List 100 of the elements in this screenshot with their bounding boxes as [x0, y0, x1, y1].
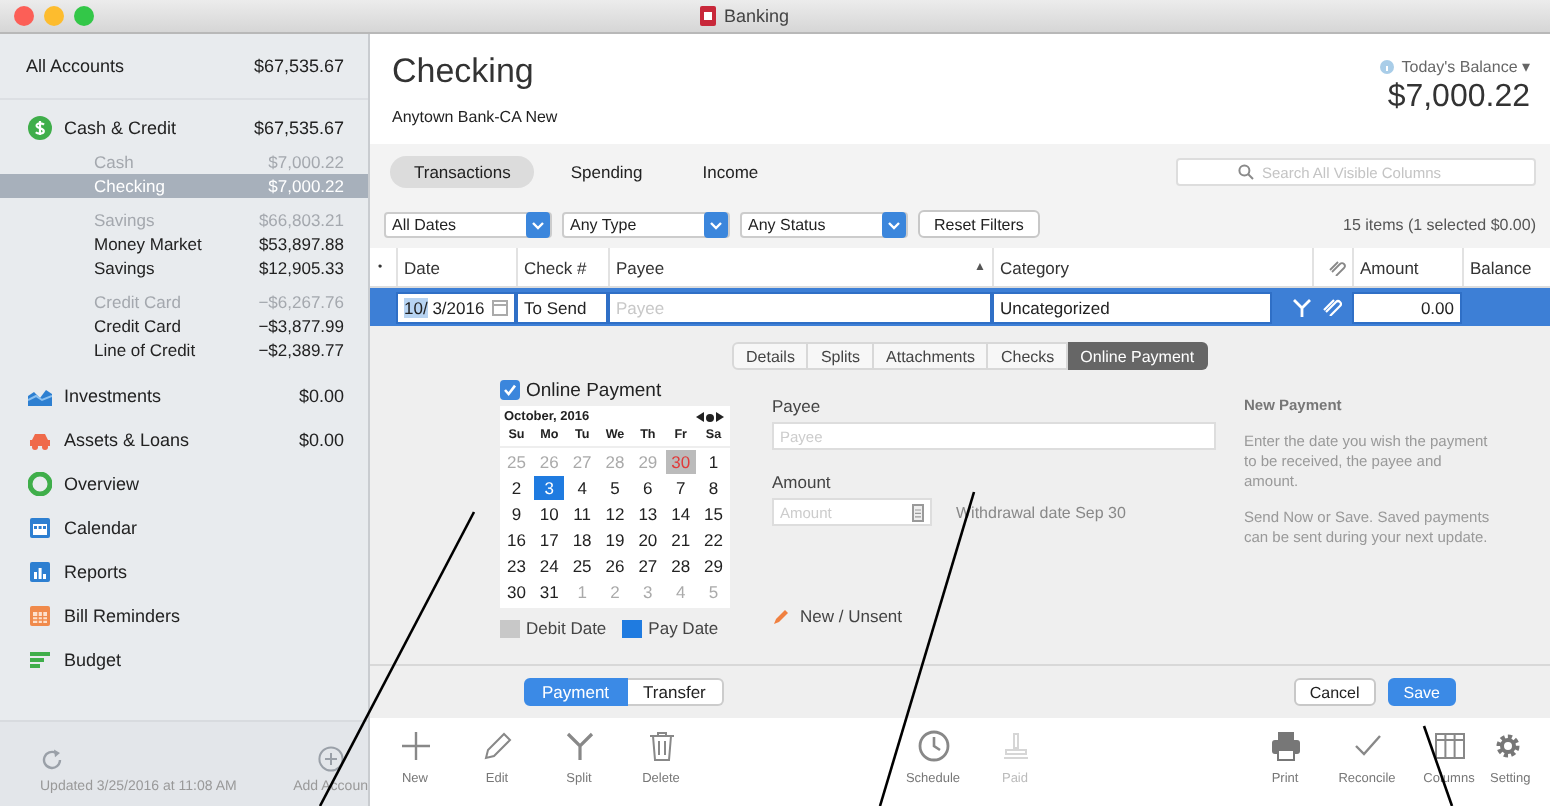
- calendar-day[interactable]: 2: [502, 476, 531, 500]
- payment-status: New / Unsent: [800, 606, 903, 626]
- calendar-day[interactable]: 25: [567, 554, 597, 578]
- all-accounts-row[interactable]: All Accounts $67,535.67: [0, 34, 368, 100]
- calendar-day[interactable]: 18: [567, 528, 597, 552]
- column-header[interactable]: Date: [396, 248, 516, 286]
- split-icon[interactable]: [1292, 297, 1312, 317]
- calendar-day[interactable]: 6: [633, 476, 663, 500]
- calendar-day[interactable]: 21: [666, 528, 696, 552]
- calendar-day[interactable]: 30: [502, 580, 531, 604]
- column-header[interactable]: Category: [992, 248, 1312, 286]
- section-name: Cash & Credit: [64, 118, 179, 138]
- account-row[interactable]: Savings $12,905.33: [0, 256, 368, 280]
- calendar-day[interactable]: 13: [633, 502, 663, 526]
- calendar-day[interactable]: 27: [633, 554, 663, 578]
- online-payment-checkbox[interactable]: [500, 380, 520, 400]
- view-tab[interactable]: Transactions: [390, 156, 535, 188]
- calendar-day[interactable]: 31: [534, 580, 564, 604]
- detail-tab[interactable]: Splits: [808, 342, 875, 370]
- balance-dropdown[interactable]: Today's Balance ▾: [1401, 58, 1530, 76]
- legend-swatch: [622, 619, 643, 637]
- calendar-day[interactable]: 17: [534, 528, 564, 552]
- filter-dropdown[interactable]: Any Type: [562, 211, 730, 237]
- field-label: Payee: [772, 396, 823, 418]
- calendar-icon: [492, 299, 508, 315]
- filter-dropdown[interactable]: All Dates: [384, 211, 552, 237]
- account-name: Line of Credit: [94, 340, 198, 360]
- sidebar-item[interactable]: Budget: [0, 638, 368, 682]
- column-header[interactable]: Amount: [1352, 248, 1462, 286]
- calendar-day[interactable]: 24: [534, 554, 564, 578]
- calendar-day[interactable]: 28: [666, 554, 696, 578]
- column-header[interactable]: Check #: [516, 248, 608, 286]
- balance-amount: $7,000.22: [1387, 80, 1530, 116]
- pencil-icon: [479, 728, 515, 764]
- calendar-day[interactable]: 20: [633, 528, 663, 552]
- add-icon[interactable]: [317, 746, 344, 772]
- sidebar-item[interactable]: Reports: [0, 550, 368, 594]
- bar-chart-icon: [28, 560, 52, 584]
- detail-tab[interactable]: Attachments: [874, 342, 989, 370]
- sidebar-item[interactable]: Assets & Loans $0.00: [0, 418, 368, 462]
- calendar-day[interactable]: 7: [666, 476, 696, 500]
- view-tab[interactable]: Income: [678, 156, 783, 188]
- calendar-day[interactable]: 19: [600, 528, 630, 552]
- sidebar-item[interactable]: Investments $0.00: [0, 374, 368, 418]
- calendar-day[interactable]: 11: [567, 502, 597, 526]
- calculator-icon: [912, 503, 924, 521]
- sidebar-item[interactable]: Bill Reminders: [0, 594, 368, 638]
- account-amount: $7,000.22: [268, 152, 344, 172]
- calendar-day[interactable]: 22: [699, 528, 728, 552]
- detail-tab[interactable]: Online Payment: [1068, 342, 1209, 370]
- account-row[interactable]: Money Market $53,897.88: [0, 232, 368, 256]
- category-field[interactable]: Uncategorized: [992, 291, 1272, 323]
- calendar-day[interactable]: 14: [666, 502, 696, 526]
- detail-tab[interactable]: Details: [732, 342, 809, 370]
- save-button[interactable]: Save: [1387, 678, 1456, 706]
- date-field[interactable]: 10/ 3/2016: [396, 291, 516, 323]
- calendar-day[interactable]: 15: [699, 502, 728, 526]
- sidebar-item[interactable]: Overview: [0, 462, 368, 506]
- search-icon: [1238, 164, 1254, 180]
- account-row[interactable]: Line of Credit −$2,389.77: [0, 338, 368, 362]
- sidebar-item[interactable]: Calendar: [0, 506, 368, 550]
- account-name: Savings: [94, 258, 157, 278]
- split-icon: [561, 728, 597, 764]
- filter-dropdown[interactable]: Any Status: [740, 211, 908, 237]
- calendar-day[interactable]: 26: [600, 554, 630, 578]
- column-header[interactable]: Balance: [1462, 248, 1550, 286]
- calendar-day[interactable]: 16: [502, 528, 531, 552]
- calendar-day[interactable]: 5: [600, 476, 630, 500]
- cancel-button[interactable]: Cancel: [1293, 678, 1376, 706]
- calendar-day[interactable]: 3: [534, 476, 564, 500]
- calendar-day[interactable]: 10: [534, 502, 564, 526]
- calendar-day[interactable]: 1: [699, 450, 728, 474]
- next-icon[interactable]: [716, 412, 724, 422]
- reset-filters-button[interactable]: Reset Filters: [918, 210, 1040, 238]
- mode-tab[interactable]: Payment: [524, 678, 628, 706]
- calendar-day[interactable]: 23: [502, 554, 531, 578]
- previous-icon[interactable]: [696, 412, 704, 422]
- ring-icon: [28, 472, 52, 496]
- amount-field[interactable]: 0.00: [1352, 291, 1462, 323]
- today-dot-icon[interactable]: [706, 413, 714, 421]
- account-row[interactable]: Credit Card −$3,877.99: [0, 314, 368, 338]
- calendar-day[interactable]: 29: [699, 554, 728, 578]
- paperclip-icon[interactable]: [1322, 298, 1342, 316]
- check-number-field[interactable]: To Send: [516, 291, 608, 323]
- calendar-day[interactable]: 12: [600, 502, 630, 526]
- refresh-icon[interactable]: [40, 748, 64, 772]
- chevron-icon: [526, 211, 550, 237]
- view-tab[interactable]: Spending: [546, 156, 667, 188]
- calendar-day[interactable]: 8: [699, 476, 728, 500]
- account-amount: −$2,389.77: [258, 340, 344, 360]
- section-name: Calendar: [64, 518, 140, 538]
- account-name: Credit Card: [94, 292, 183, 312]
- detail-tab[interactable]: Checks: [988, 342, 1069, 370]
- calendar-day[interactable]: 9: [502, 502, 531, 526]
- mode-tab[interactable]: Transfer: [627, 678, 724, 706]
- plus-icon: [397, 728, 433, 764]
- calendar-day[interactable]: 4: [567, 476, 597, 500]
- account-amount: $53,897.88: [258, 234, 344, 254]
- account-name: Cash: [94, 152, 136, 172]
- sidebar-item[interactable]: Cash & Credit $67,535.67: [0, 106, 368, 150]
